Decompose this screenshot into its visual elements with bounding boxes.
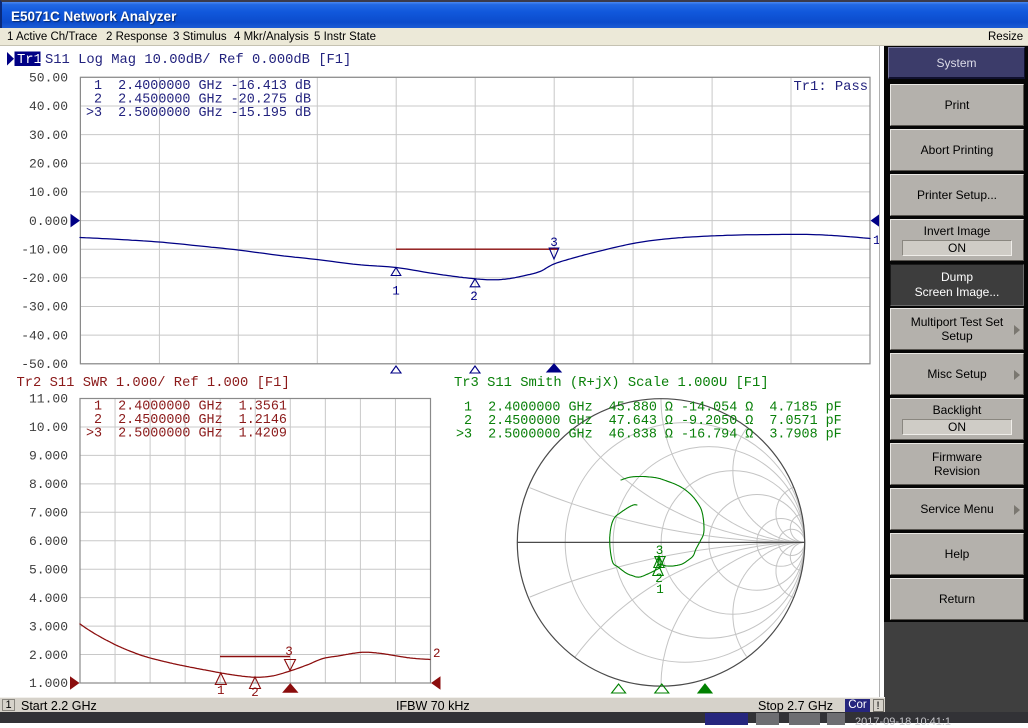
svg-text:4.000: 4.000 — [29, 591, 68, 606]
svg-text:10.00: 10.00 — [29, 420, 68, 435]
svg-text:-50.00: -50.00 — [21, 357, 68, 372]
svg-text:-10.00: -10.00 — [21, 242, 68, 257]
svg-text:3: 3 — [285, 645, 293, 659]
svg-text:1: 1 — [656, 583, 664, 597]
svg-text:40.00: 40.00 — [29, 99, 68, 114]
svg-text:2: 2 — [251, 686, 259, 697]
svg-text:1.000: 1.000 — [29, 676, 68, 691]
svg-text:2.000: 2.000 — [29, 648, 68, 663]
svg-text:Tr3 S11 Smith (R+jX) Scale 1.0: Tr3 S11 Smith (R+jX) Scale 1.000U [F1] — [454, 375, 769, 391]
svg-text:9.000: 9.000 — [29, 449, 68, 464]
svg-text:20.00: 20.00 — [29, 156, 68, 171]
svg-text:7.000: 7.000 — [29, 506, 68, 521]
svg-text:2: 2 — [433, 647, 441, 661]
svg-text:-30.00: -30.00 — [21, 300, 68, 315]
svg-text:>3 2.5000000 GHz -15.195 dB: >3 2.5000000 GHz -15.195 dB — [86, 106, 311, 121]
svg-text:1: 1 — [217, 684, 225, 697]
svg-text:3.000: 3.000 — [29, 619, 68, 634]
svg-text:Tr2 S11 SWR 1.000/ Ref 1.000 [: Tr2 S11 SWR 1.000/ Ref 1.000 [F1] — [17, 375, 290, 391]
svg-text:S11 Log Mag 10.00dB/ Ref 0.000: S11 Log Mag 10.00dB/ Ref 0.000dB [F1] — [45, 52, 351, 68]
svg-text:-40.00: -40.00 — [21, 328, 68, 343]
svg-text:0.000: 0.000 — [29, 214, 68, 229]
svg-text:8.000: 8.000 — [29, 477, 68, 492]
svg-text:-20.00: -20.00 — [21, 271, 68, 286]
svg-text:3: 3 — [550, 236, 558, 250]
svg-text:30.00: 30.00 — [29, 128, 68, 143]
svg-text:>3 2.5000000 GHz 1.4209: >3 2.5000000 GHz 1.4209 — [86, 427, 287, 442]
svg-text:Tr1: Tr1 — [17, 53, 42, 68]
svg-text:11.00: 11.00 — [29, 392, 68, 407]
svg-text:Tr1: Pass: Tr1: Pass — [793, 80, 868, 95]
svg-text:>3 2.5000000 GHz 46.838 Ω -1: >3 2.5000000 GHz 46.838 Ω -16.794 Ω 3.79… — [456, 428, 842, 443]
svg-text:10.00: 10.00 — [29, 185, 68, 200]
svg-text:50.00: 50.00 — [29, 71, 68, 86]
svg-text:1: 1 — [392, 285, 400, 299]
svg-text:2: 2 — [470, 290, 478, 304]
svg-text:5.000: 5.000 — [29, 562, 68, 577]
svg-text:6.000: 6.000 — [29, 534, 68, 549]
